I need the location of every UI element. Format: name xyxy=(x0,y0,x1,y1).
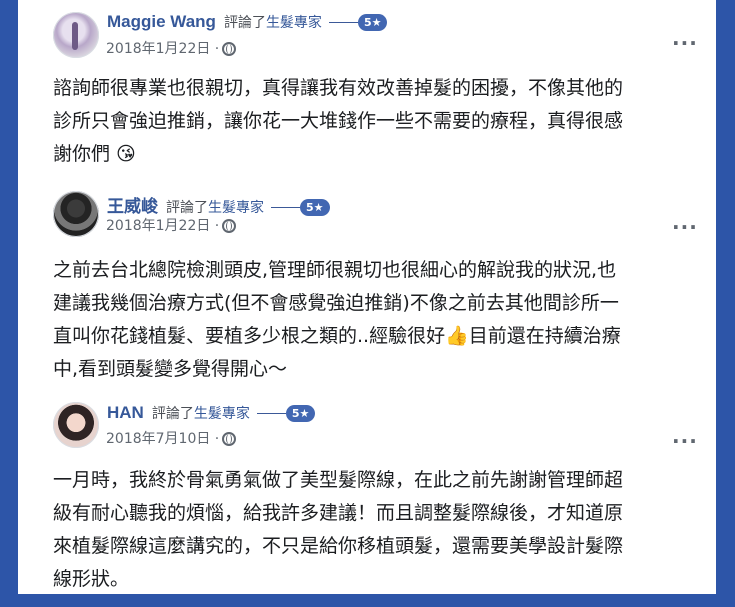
review-text-line: 診所只會強迫推銷，讓你花一大堆錢作一些不需要的療程，真得很感 xyxy=(53,110,624,132)
review-date: 2018年1月22日 · xyxy=(106,215,237,235)
review-text-line: 一月時，我終於骨氣勇氣做了美型髮際線，在此之前先謝謝管理師超 xyxy=(53,469,624,491)
avatar[interactable] xyxy=(53,402,99,448)
reviewed-label: 評論了 xyxy=(166,200,208,216)
author-name[interactable]: 王威峻 xyxy=(107,197,158,216)
reviewed-label: 評論了 xyxy=(151,406,194,422)
date-link[interactable]: 2018年1月22日 · xyxy=(106,218,219,234)
more-options-icon[interactable]: ··· xyxy=(672,431,698,452)
rating-divider xyxy=(271,207,300,209)
globe-icon xyxy=(222,432,237,446)
globe-icon xyxy=(222,42,237,56)
review-text-line: 諮詢師很專業也很親切，真得讓我有效改善掉髮的困擾，不像其他的 xyxy=(53,77,624,99)
review-text-line: 直叫你花錢植髮、要植多少根之類的..經驗很好👍目前還在持續治療 xyxy=(53,325,621,347)
review-text-line: 級有耐心聽我的煩惱，給我許多建議！而且調整髮際線後，才知道原 xyxy=(53,502,624,524)
review-text-line: 之前去台北總院檢測頭皮,管理師很親切也很細心的解說我的狀況,也 xyxy=(53,259,617,281)
reviews-card: Maggie Wang 評論了生髮專家 5★ 2018年1月22日 · ··· 諮詢… xyxy=(18,0,716,594)
avatar[interactable] xyxy=(53,12,99,58)
review-header: Maggie Wang 評論了生髮專家 5★ xyxy=(107,12,388,32)
date-link[interactable]: 2018年7月10日 · xyxy=(106,431,219,447)
author-name[interactable]: Maggie Wang xyxy=(107,12,216,31)
date-link[interactable]: 2018年1月22日 · xyxy=(106,41,219,57)
review-text-line: 來植髮際線這麼講究的，不只是給你移植頭髮，還需要美學設計髮際 xyxy=(53,535,624,557)
rating-divider xyxy=(328,22,358,24)
more-options-icon[interactable]: ··· xyxy=(672,217,698,238)
rating-divider xyxy=(256,413,286,415)
review-text-line: 中,看到頭髮變多覺得開心～ xyxy=(53,358,288,380)
rating-badge: 5★ xyxy=(285,405,316,423)
review-header: HAN 評論了生髮專家 5★ xyxy=(107,403,316,423)
review-text: 之前去台北總院檢測頭皮,管理師很親切也很細心的解說我的狀況,也 建議我幾個治療方… xyxy=(53,254,701,386)
page-name-link[interactable]: 生髮專家 xyxy=(208,200,264,216)
review-text: 諮詢師很專業也很親切，真得讓我有效改善掉髮的困擾，不像其他的 診所只會強迫推銷，… xyxy=(53,72,701,171)
review-text-line: 建議我幾個治療方式(但不會感覺強迫推銷)不像之前去其他間診所一 xyxy=(53,292,619,314)
review-date: 2018年1月22日 · xyxy=(106,38,237,58)
rating-badge: 5★ xyxy=(300,199,330,217)
page-name-link[interactable]: 生髮專家 xyxy=(194,406,250,422)
rating-badge: 5★ xyxy=(357,14,388,32)
review-text-line: 謝你們 😘 xyxy=(53,143,136,165)
review-text: 一月時，我終於骨氣勇氣做了美型髮際線，在此之前先謝謝管理師超 級有耐心聽我的煩惱… xyxy=(53,464,701,594)
page-name-link[interactable]: 生髮專家 xyxy=(266,15,322,31)
reviewed-label: 評論了 xyxy=(223,15,266,31)
review-header: 王威峻 評論了生髮專家 5★ xyxy=(107,192,330,217)
avatar[interactable] xyxy=(53,191,99,237)
more-options-icon[interactable]: ··· xyxy=(672,33,698,54)
review-text-line: 線形狀。 xyxy=(53,568,130,590)
globe-icon xyxy=(222,219,237,233)
review-date: 2018年7月10日 · xyxy=(106,428,237,448)
author-name[interactable]: HAN xyxy=(107,403,144,422)
